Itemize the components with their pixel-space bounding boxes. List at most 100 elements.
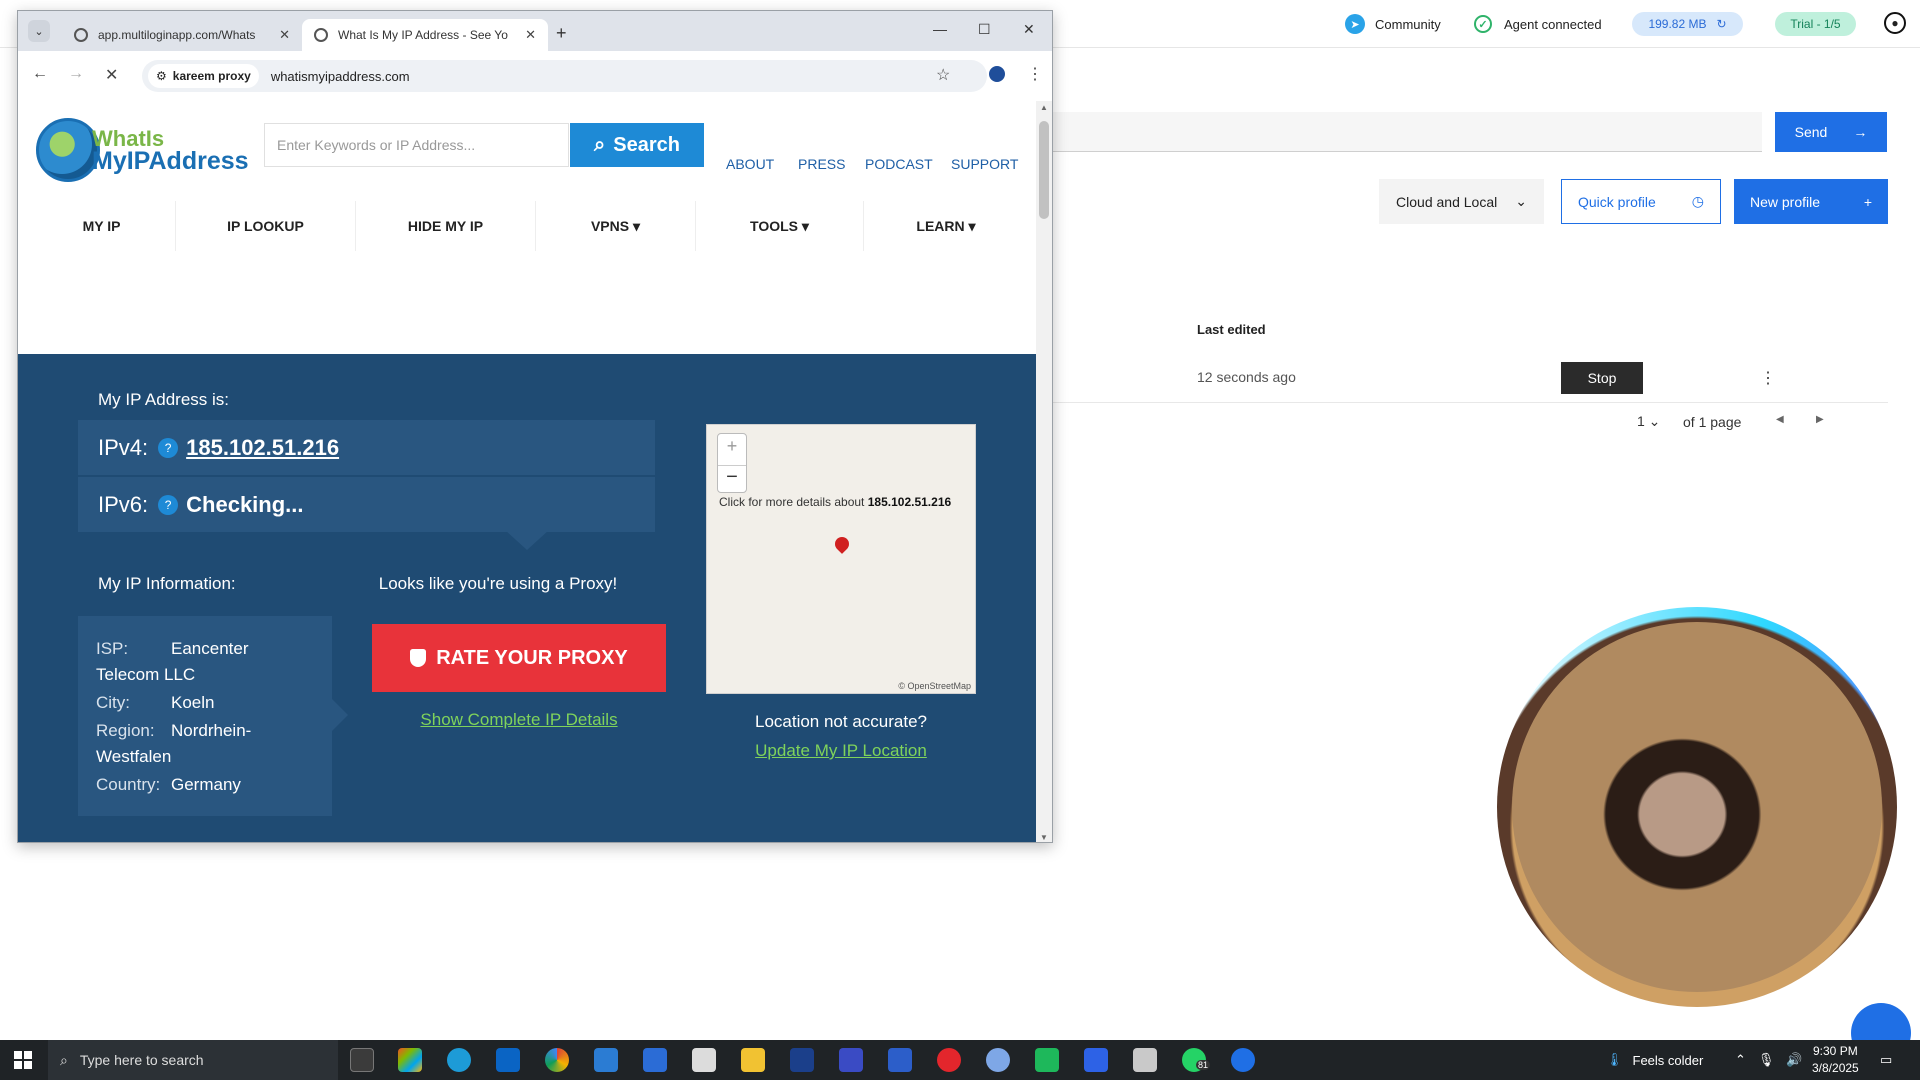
- ipv6-value: Checking...: [186, 491, 304, 517]
- address-bar[interactable]: ⚙ kareem proxy whatismyipaddress.com: [142, 60, 987, 92]
- link-press[interactable]: PRESS: [798, 156, 845, 172]
- help-icon[interactable]: ?: [158, 437, 179, 458]
- close-tab-icon[interactable]: ✕: [525, 27, 536, 43]
- browser-toolbar: ← → ✕ ⚙ kareem proxy whatismyipaddress.c…: [18, 51, 1052, 101]
- row-divider: [1050, 402, 1888, 403]
- storage-filter-select[interactable]: Cloud and Local ⌄: [1379, 179, 1544, 224]
- ipv6-row: IPv6: ? Checking...: [78, 477, 655, 532]
- microphone-icon[interactable]: 🎙: [1758, 1052, 1775, 1068]
- map-pin-icon[interactable]: [832, 534, 852, 554]
- nav-ip-lookup[interactable]: IP LOOKUP: [176, 201, 356, 251]
- scroll-up-icon[interactable]: ▲: [1040, 103, 1048, 112]
- page-select[interactable]: 1 ⌄: [1637, 413, 1660, 430]
- minimize-icon[interactable]: —: [933, 21, 947, 37]
- chrome-icon[interactable]: [545, 1048, 569, 1072]
- tab-title: app.multiloginapp.com/Whats: [98, 28, 256, 42]
- link-support[interactable]: SUPPORT: [951, 156, 1018, 172]
- account-icon[interactable]: ●: [1884, 12, 1906, 34]
- store-icon[interactable]: [594, 1048, 618, 1072]
- profile-search-input[interactable]: [1050, 112, 1762, 152]
- opera-icon[interactable]: [937, 1048, 961, 1072]
- community-link[interactable]: ➤ Community: [1345, 12, 1441, 36]
- file-explorer-icon[interactable]: [741, 1048, 765, 1072]
- nav-my-ip[interactable]: MY IP: [28, 201, 176, 251]
- back-icon[interactable]: ←: [32, 65, 48, 83]
- whatsapp-icon[interactable]: 81: [1182, 1048, 1211, 1072]
- zoom-out-icon[interactable]: −: [718, 465, 746, 489]
- chevron-up-icon[interactable]: ⌃: [1735, 1052, 1746, 1068]
- settings-icon[interactable]: [986, 1048, 1010, 1072]
- zoom-in-icon[interactable]: +: [718, 436, 746, 457]
- scrollbar-thumb[interactable]: [1039, 121, 1049, 219]
- edge-icon[interactable]: [447, 1048, 471, 1072]
- copilot-icon[interactable]: [398, 1048, 422, 1072]
- forward-icon[interactable]: →: [68, 65, 84, 83]
- clock[interactable]: 9:30 PM 3/8/2025: [1812, 1043, 1859, 1077]
- stop-button[interactable]: Stop: [1561, 362, 1643, 394]
- tab-multilogin[interactable]: app.multiloginapp.com/Whats ✕: [62, 19, 302, 51]
- tab-search-icon[interactable]: ⌄: [28, 20, 50, 42]
- notifications-icon[interactable]: ▭: [1880, 1040, 1892, 1080]
- volume-icon[interactable]: 🔊: [1786, 1052, 1802, 1068]
- trial-badge[interactable]: Trial - 1/5: [1775, 12, 1856, 36]
- profile-icon[interactable]: [989, 66, 1005, 82]
- vpn-shield-icon[interactable]: [790, 1048, 814, 1072]
- browser-menu-icon[interactable]: ⋮: [1027, 64, 1043, 84]
- close-tab-icon[interactable]: ✕: [279, 27, 290, 43]
- chat-app-icon[interactable]: [1035, 1048, 1059, 1072]
- column-header-last-edited[interactable]: Last edited: [1197, 322, 1266, 337]
- show-ip-details-link[interactable]: Show Complete IP Details: [348, 710, 690, 730]
- map-credit[interactable]: © OpenStreetMap: [898, 681, 971, 691]
- info-country: Country: Germany: [96, 775, 241, 794]
- location-map[interactable]: + − Click for more details about 185.102…: [706, 424, 976, 694]
- site-search-button[interactable]: ⌕ Search: [570, 123, 704, 167]
- tab-whatismyip[interactable]: What Is My IP Address - See Yo ✕: [302, 19, 548, 51]
- outlook-icon[interactable]: [496, 1048, 520, 1072]
- zoom-icon[interactable]: [1084, 1048, 1108, 1072]
- site-search-input[interactable]: Enter Keywords or IP Address...: [264, 123, 569, 167]
- weather-widget[interactable]: 🌡 Feels colder: [1606, 1040, 1703, 1080]
- maximize-icon[interactable]: ☐: [978, 21, 991, 38]
- storage-badge[interactable]: 199.82 MB ↻: [1632, 12, 1743, 36]
- proxy-chip[interactable]: ⚙ kareem proxy: [148, 64, 259, 88]
- check-circle-icon: ✓: [1474, 15, 1492, 33]
- quick-profile-button[interactable]: Quick profile ◷: [1561, 179, 1721, 224]
- location-question: Location not accurate?: [754, 712, 927, 731]
- bookmark-star-icon[interactable]: ☆: [936, 65, 950, 85]
- teams-icon[interactable]: [839, 1048, 863, 1072]
- globe-icon: [74, 28, 88, 42]
- clock-time: 9:30 PM: [1813, 1044, 1858, 1058]
- more-options-icon[interactable]: ⋮: [1760, 368, 1776, 388]
- next-page-icon[interactable]: ▶: [1816, 414, 1824, 425]
- trial-label: Trial - 1/5: [1790, 17, 1841, 31]
- map-caption[interactable]: Click for more details about 185.102.51.…: [719, 495, 951, 509]
- app-icon[interactable]: [888, 1048, 912, 1072]
- multilogin-icon[interactable]: [1231, 1048, 1255, 1072]
- app-icon[interactable]: [1133, 1048, 1157, 1072]
- link-about[interactable]: ABOUT: [726, 156, 774, 172]
- close-window-icon[interactable]: ✕: [1023, 21, 1035, 38]
- nav-vpns[interactable]: VPNS ▾: [536, 201, 696, 251]
- url-text[interactable]: whatismyipaddress.com: [271, 69, 410, 84]
- site-logo[interactable]: WhatIs MyIPAddress: [36, 115, 256, 185]
- new-tab-icon[interactable]: +: [556, 23, 567, 44]
- stop-loading-icon[interactable]: ✕: [105, 65, 118, 85]
- nav-hide-my-ip[interactable]: HIDE MY IP: [356, 201, 536, 251]
- prev-page-icon[interactable]: ◀: [1776, 414, 1784, 425]
- scroll-down-icon[interactable]: ▼: [1040, 833, 1048, 842]
- windows-start-icon[interactable]: [14, 1051, 32, 1069]
- task-view-icon[interactable]: [350, 1048, 374, 1072]
- taskbar-search[interactable]: ⌕ Type here to search: [48, 1040, 338, 1080]
- send-button[interactable]: Send →: [1775, 112, 1887, 152]
- info-region: Region: Nordrhein- Westfalen: [96, 721, 252, 766]
- update-location-link[interactable]: Update My IP Location: [706, 741, 976, 761]
- docs-icon[interactable]: [643, 1048, 667, 1072]
- link-podcast[interactable]: PODCAST: [865, 156, 933, 172]
- ipv4-value[interactable]: 185.102.51.216: [186, 435, 339, 461]
- new-profile-button[interactable]: New profile +: [1734, 179, 1888, 224]
- rate-proxy-button[interactable]: RATE YOUR PROXY: [372, 624, 666, 692]
- help-icon[interactable]: ?: [158, 494, 179, 515]
- nav-tools[interactable]: TOOLS ▾: [696, 201, 864, 251]
- nav-learn[interactable]: LEARN ▾: [864, 201, 1028, 251]
- notepad-icon[interactable]: [692, 1048, 716, 1072]
